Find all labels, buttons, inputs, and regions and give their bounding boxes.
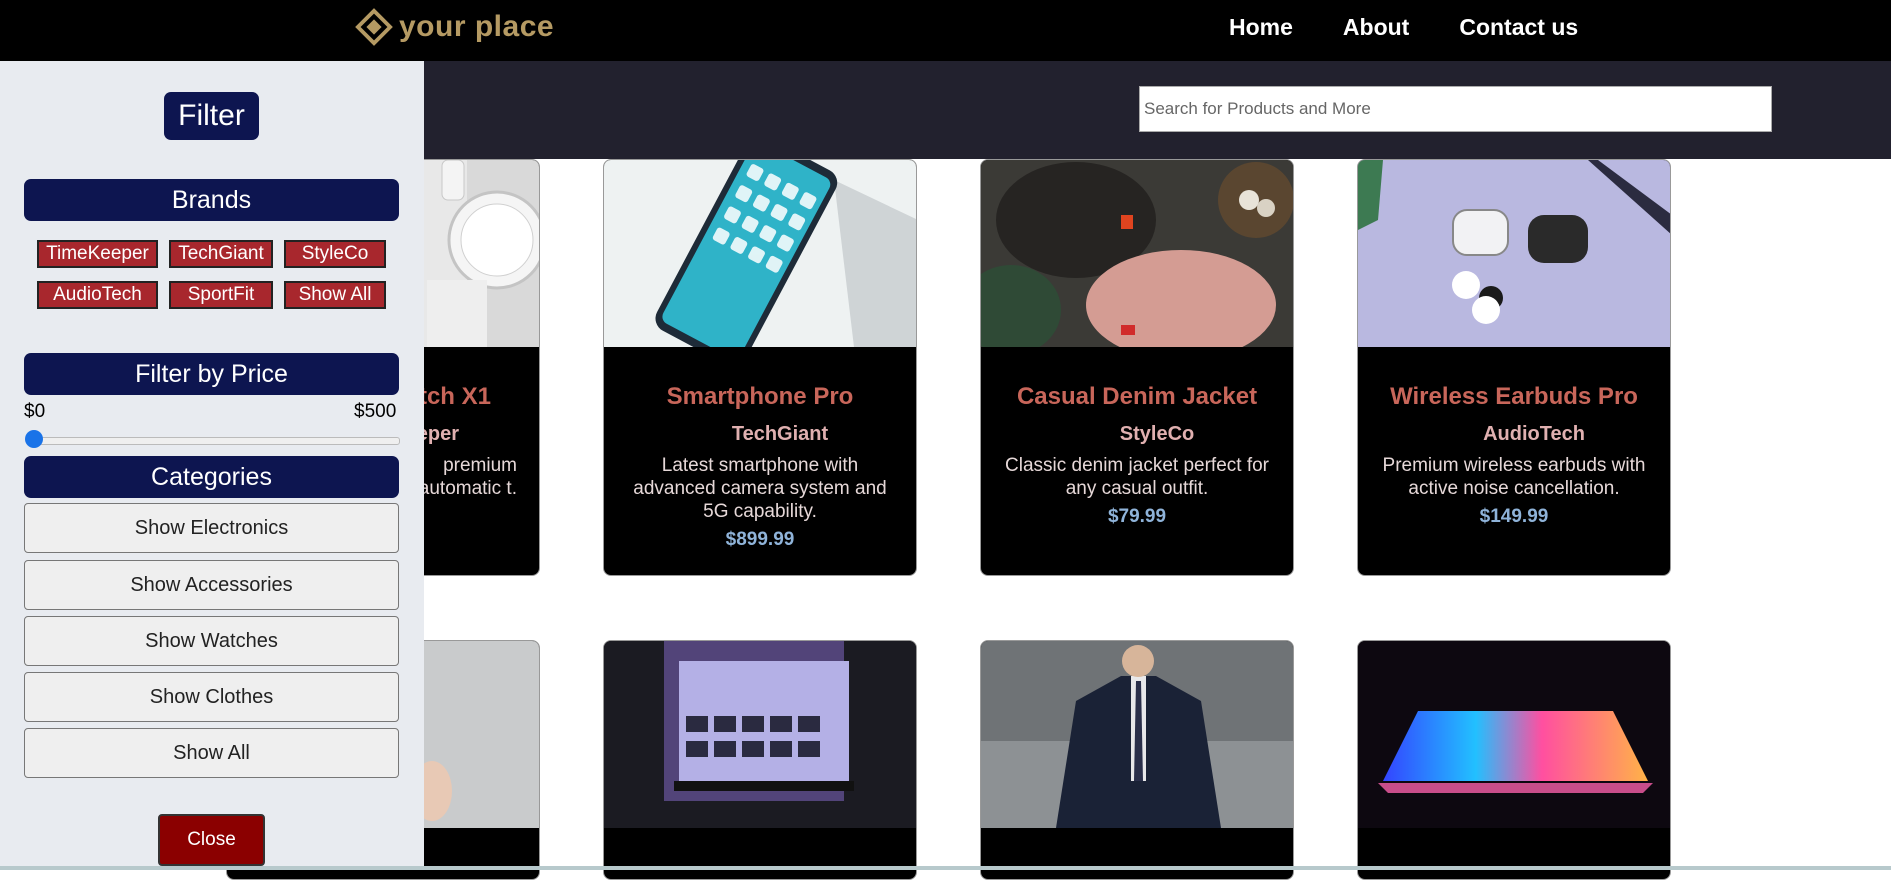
product-name: Wireless Earbuds Pro <box>1390 383 1638 410</box>
brand-logo[interactable]: your place <box>355 8 554 46</box>
product-description: Classic denim jacket perfect for any cas… <box>1005 455 1269 499</box>
product-info: Wireless Earbuds Pro AudioTech Premium w… <box>1358 347 1670 528</box>
product-card[interactable] <box>603 640 917 880</box>
product-image-laptop <box>1358 641 1670 828</box>
product-card[interactable]: Wireless Earbuds Pro AudioTech Premium w… <box>1357 159 1671 576</box>
price-slider-track[interactable] <box>30 437 400 445</box>
close-button[interactable]: Close <box>158 814 265 866</box>
categories-heading: Categories <box>24 456 399 498</box>
product-description: Premium wireless earbuds with active noi… <box>1382 455 1646 499</box>
product-image-smartphone <box>604 160 916 347</box>
brand-button-sportfit[interactable]: SportFit <box>169 281 273 309</box>
product-price: $899.99 <box>725 529 795 550</box>
nav-contact[interactable]: Contact us <box>1459 14 1578 41</box>
nav-about[interactable]: About <box>1343 14 1409 41</box>
logo-text: your place <box>399 10 555 43</box>
brand-button-audiotech[interactable]: AudioTech <box>37 281 158 309</box>
price-min-label: $0 <box>24 401 46 422</box>
product-card[interactable]: Smartphone Pro TechGiant Latest smartpho… <box>603 159 917 576</box>
brand-button-timekeeper[interactable]: TimeKeeper <box>37 240 158 268</box>
product-image-jacket <box>981 160 1293 347</box>
nav-home[interactable]: Home <box>1229 14 1293 41</box>
category-button-electronics[interactable]: Show Electronics <box>24 503 399 553</box>
price-max-label: $500 <box>354 401 397 422</box>
product-image-earbuds <box>1358 160 1670 347</box>
product-price: $149.99 <box>1479 506 1549 527</box>
category-button-show-all[interactable]: Show All <box>24 728 399 778</box>
product-info: Casual Denim Jacket StyleCo Classic deni… <box>981 347 1293 528</box>
diamond-logo-icon <box>355 8 393 46</box>
product-info: Smartphone Pro TechGiant Latest smartpho… <box>604 347 916 551</box>
brand-button-techgiant[interactable]: TechGiant <box>169 240 273 268</box>
product-brand: TechGiant <box>731 423 829 445</box>
product-description: Latest smartphone with advanced camera s… <box>633 455 887 522</box>
brand-button-show-all[interactable]: Show All <box>284 281 386 309</box>
top-navbar: your place Home About Contact us <box>0 0 1891 61</box>
product-price: $79.99 <box>1107 506 1167 527</box>
filter-title: Filter <box>164 92 259 140</box>
product-image-tv <box>604 641 916 828</box>
product-brand: AudioTech <box>1483 423 1585 445</box>
product-card[interactable] <box>980 640 1294 880</box>
product-name: Casual Denim Jacket <box>1016 383 1258 410</box>
nav-links: Home About Contact us <box>1229 14 1628 41</box>
category-button-watches[interactable]: Show Watches <box>24 616 399 666</box>
category-button-accessories[interactable]: Show Accessories <box>24 560 399 610</box>
product-card[interactable]: Casual Denim Jacket StyleCo Classic deni… <box>980 159 1294 576</box>
search-input[interactable] <box>1139 86 1772 132</box>
product-card[interactable] <box>1357 640 1671 880</box>
price-slider-thumb[interactable] <box>25 430 43 448</box>
price-heading: Filter by Price <box>24 353 399 395</box>
product-brand: StyleCo <box>1119 423 1195 445</box>
product-name: Smartphone Pro <box>666 383 854 410</box>
product-image-suit <box>981 641 1293 828</box>
category-button-clothes[interactable]: Show Clothes <box>24 672 399 722</box>
brand-button-styleco[interactable]: StyleCo <box>284 240 386 268</box>
bottom-border <box>0 866 1891 870</box>
brands-heading: Brands <box>24 179 399 221</box>
